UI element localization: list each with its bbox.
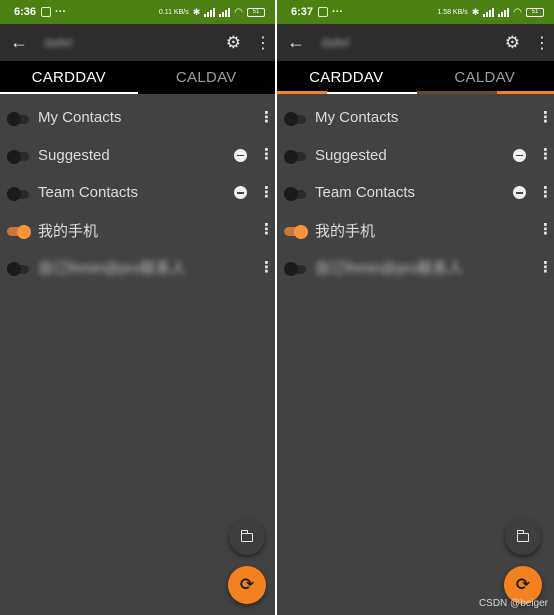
- status-time: 6:36: [14, 6, 37, 18]
- more-vert-icon[interactable]: ⋮: [538, 185, 553, 200]
- tab-bar: CARDDAV CALDAV: [0, 61, 275, 94]
- sync-toggle[interactable]: [7, 262, 31, 277]
- list-item[interactable]: Suggested ⋮: [0, 137, 275, 175]
- screen-right: 6:37 ··· 1.58 KB/s ✱ ◠ 51 ← dafel ⚙ ⋮ CA…: [277, 0, 554, 615]
- signal-icon: [483, 7, 495, 17]
- list-item[interactable]: Team Contacts ⋮: [277, 174, 554, 212]
- sync-toggle[interactable]: [284, 187, 308, 202]
- sync-toggle[interactable]: [7, 149, 31, 164]
- addressbook-label: Team Contacts: [38, 184, 139, 202]
- app-toolbar: ← dafel ⚙ ⋮: [0, 24, 275, 61]
- account-title: dafel: [44, 35, 73, 50]
- account-title: dafel: [321, 35, 350, 50]
- notification-icon: [41, 7, 52, 17]
- sync-toggle[interactable]: [7, 224, 31, 239]
- sync-toggle[interactable]: [284, 262, 308, 277]
- remove-icon[interactable]: [234, 186, 247, 200]
- list-item[interactable]: 我的手机 ⋮: [277, 212, 554, 250]
- screen-left: 6:36 ··· 0.11 KB/s ✱ ◠ 51 ← dafel ⚙ ⋮ CA…: [0, 0, 275, 615]
- sync-button[interactable]: ⟳: [228, 566, 266, 604]
- folder-sync-icon: [517, 529, 529, 542]
- more-vert-icon[interactable]: ⋮: [534, 33, 550, 53]
- addressbook-label: 自订lhmin@pro联系人: [315, 260, 463, 278]
- more-vert-icon[interactable]: ⋮: [538, 260, 553, 275]
- tab-indicator: [0, 92, 138, 94]
- tab-caldav[interactable]: CALDAV: [416, 61, 554, 94]
- addressbook-label: My Contacts: [315, 109, 399, 127]
- overflow-notifications-icon: ···: [332, 6, 344, 18]
- tab-carddav[interactable]: CARDDAV: [0, 61, 138, 94]
- more-vert-icon[interactable]: ⋮: [538, 222, 553, 237]
- sync-toggle[interactable]: [284, 224, 308, 239]
- status-icons: 1.58 KB/s ✱ ◠ 51: [437, 7, 544, 18]
- overflow-notifications-icon: ···: [55, 6, 67, 18]
- status-time: 6:37: [291, 6, 314, 18]
- tab-carddav[interactable]: CARDDAV: [277, 61, 416, 94]
- more-vert-icon[interactable]: ⋮: [259, 147, 274, 162]
- more-vert-icon[interactable]: ⋮: [259, 260, 274, 275]
- network-speed: 1.58 KB/s: [437, 8, 468, 16]
- addressbook-label: 自订lhmin@pro联系人: [38, 260, 186, 278]
- app-toolbar: ← dafel ⚙ ⋮: [277, 24, 554, 61]
- addressbook-list: My Contacts ⋮ Suggested ⋮ Team Contacts …: [0, 94, 275, 287]
- sync-toggle[interactable]: [284, 112, 308, 127]
- list-item[interactable]: 自订lhmin@pro联系人 ⋮: [0, 249, 275, 287]
- more-vert-icon[interactable]: ⋮: [255, 33, 271, 53]
- list-item[interactable]: My Contacts ⋮: [277, 99, 554, 137]
- battery-icon: 51: [526, 7, 544, 17]
- folder-sync-icon: [241, 529, 253, 542]
- addressbook-label: Suggested: [38, 146, 110, 164]
- addressbook-label: My Contacts: [38, 109, 122, 127]
- remove-icon[interactable]: [234, 148, 247, 162]
- list-item[interactable]: 自订lhmin@pro联系人 ⋮: [277, 249, 554, 287]
- addressbook-label: Suggested: [315, 146, 387, 164]
- status-icons: 0.11 KB/s ✱ ◠ 51: [159, 7, 265, 18]
- gear-icon[interactable]: ⚙: [505, 33, 520, 53]
- more-vert-icon[interactable]: ⋮: [538, 147, 553, 162]
- more-vert-icon[interactable]: ⋮: [259, 185, 274, 200]
- status-bar: 6:37 ··· 1.58 KB/s ✱ ◠ 51: [277, 0, 554, 24]
- sync-progress-bar: [277, 91, 554, 94]
- network-speed: 0.11 KB/s: [158, 8, 189, 16]
- watermark: CSDN @beiger: [478, 598, 548, 609]
- addressbook-label: 我的手机: [38, 222, 99, 240]
- more-vert-icon[interactable]: ⋮: [259, 110, 274, 125]
- sync-toggle[interactable]: [284, 149, 308, 164]
- wifi-icon: ◠: [234, 6, 243, 18]
- folder-sync-button[interactable]: [505, 519, 541, 555]
- bluetooth-icon: ✱: [192, 6, 201, 17]
- addressbook-list: My Contacts ⋮ Suggested ⋮ Team Contacts …: [277, 94, 554, 287]
- sync-toggle[interactable]: [7, 187, 31, 202]
- arrow-back-icon[interactable]: ←: [10, 32, 36, 53]
- folder-sync-button[interactable]: [229, 519, 265, 555]
- sync-toggle[interactable]: [7, 112, 31, 127]
- remove-icon[interactable]: [513, 148, 526, 162]
- list-item[interactable]: 我的手机 ⋮: [0, 212, 275, 250]
- addressbook-label: Team Contacts: [315, 184, 416, 202]
- signal-icon: [204, 7, 216, 17]
- gear-icon[interactable]: ⚙: [226, 33, 241, 53]
- signal-2-icon: [498, 7, 510, 17]
- arrow-back-icon[interactable]: ←: [287, 32, 313, 53]
- tab-caldav[interactable]: CALDAV: [138, 61, 276, 94]
- sync-icon: ⟳: [239, 575, 255, 594]
- more-vert-icon[interactable]: ⋮: [538, 110, 553, 125]
- notification-icon: [318, 7, 329, 17]
- remove-icon[interactable]: [513, 186, 526, 200]
- addressbook-label: 我的手机: [315, 222, 376, 240]
- tab-bar: CARDDAV CALDAV: [277, 61, 554, 94]
- wifi-icon: ◠: [513, 6, 522, 18]
- status-bar: 6:36 ··· 0.11 KB/s ✱ ◠ 51: [0, 0, 275, 24]
- list-item[interactable]: Team Contacts ⋮: [0, 174, 275, 212]
- battery-icon: 51: [247, 7, 265, 17]
- list-item[interactable]: My Contacts ⋮: [0, 99, 275, 137]
- more-vert-icon[interactable]: ⋮: [259, 222, 274, 237]
- signal-2-icon: [219, 7, 231, 17]
- bluetooth-icon: ✱: [471, 6, 480, 17]
- sync-icon: ⟳: [515, 575, 531, 594]
- list-item[interactable]: Suggested ⋮: [277, 137, 554, 175]
